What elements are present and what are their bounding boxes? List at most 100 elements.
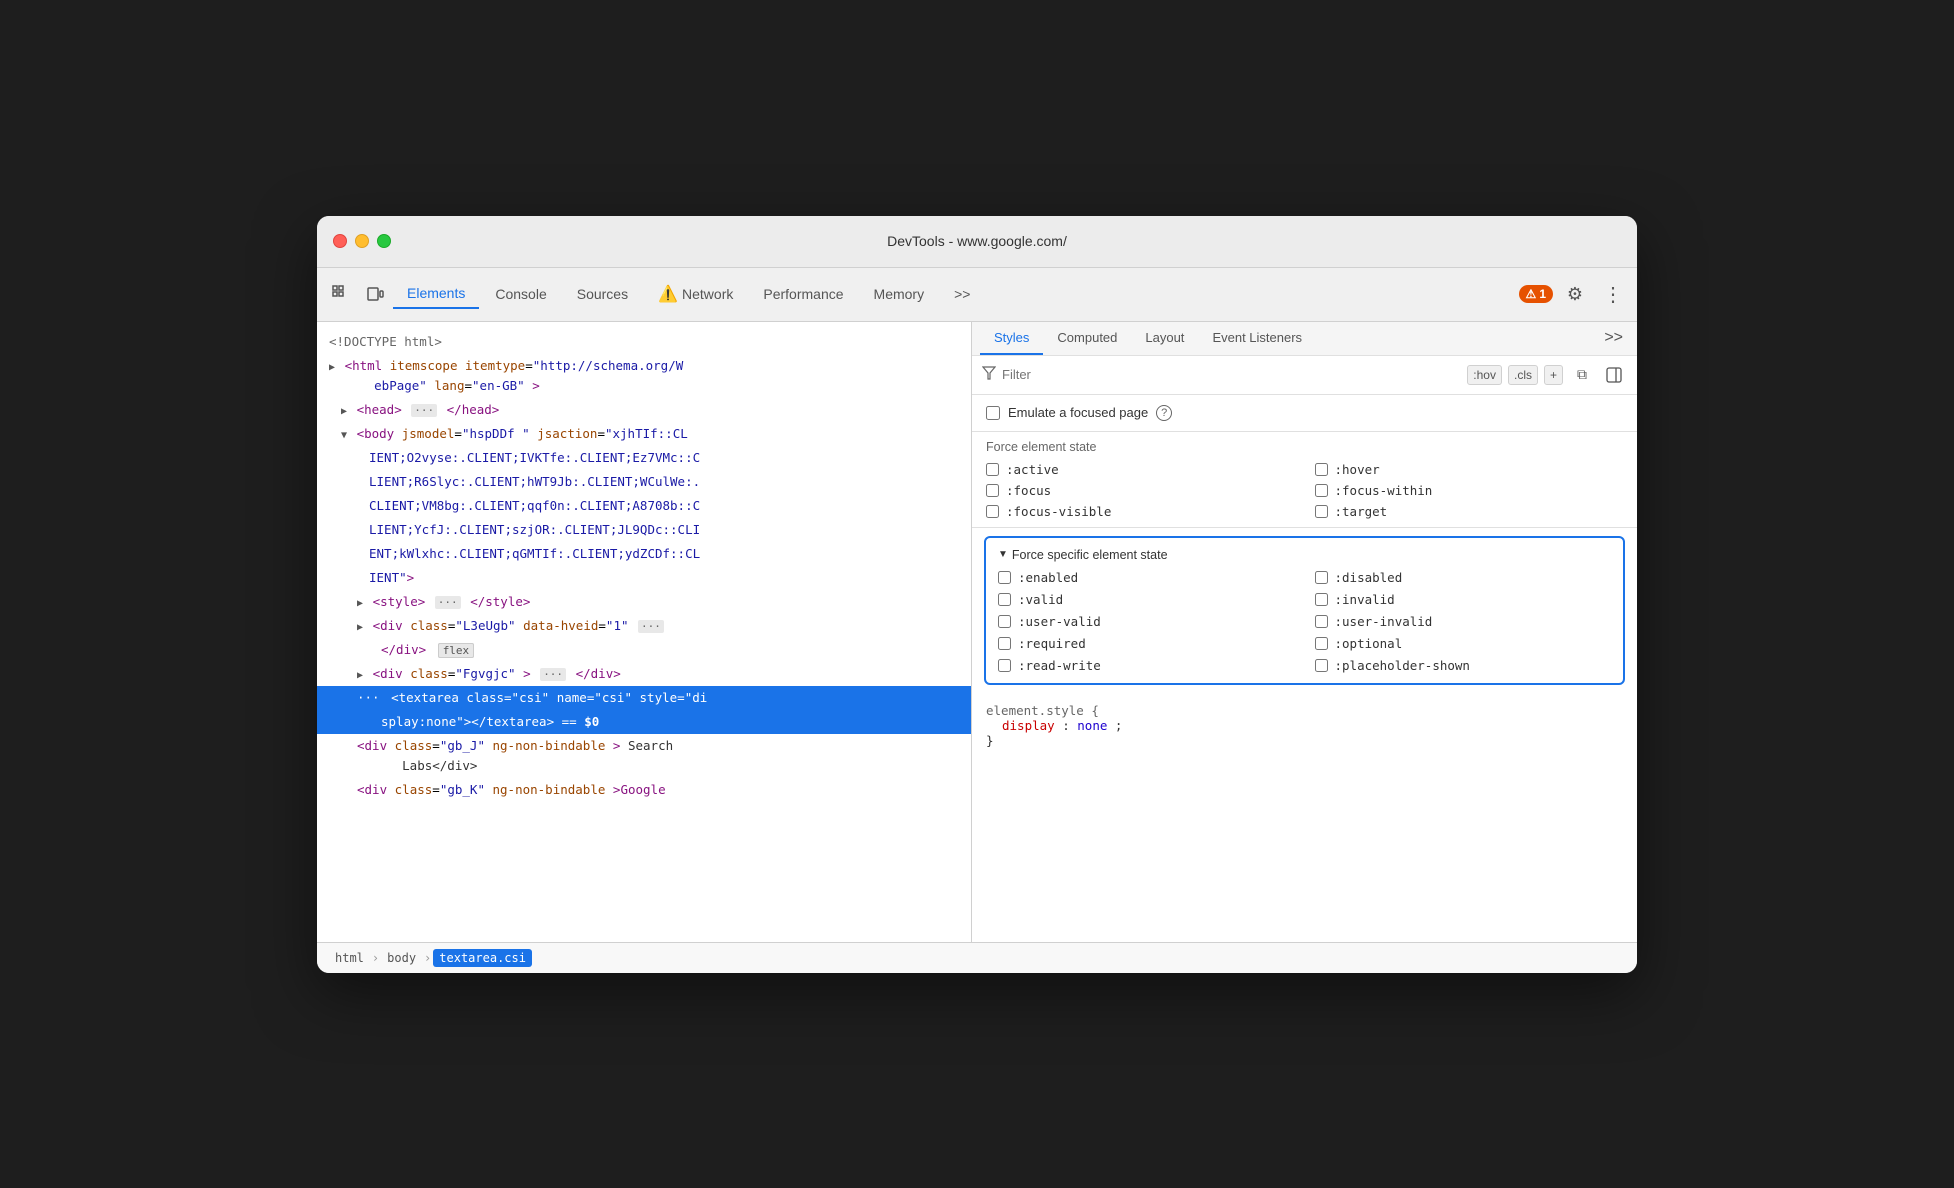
tab-computed[interactable]: Computed [1043, 322, 1131, 355]
dom-line-head[interactable]: <head> ··· </head> [317, 398, 971, 422]
force-specific-title-text: Force specific element state [1012, 548, 1168, 562]
triangle-icon[interactable] [341, 430, 347, 441]
emulate-focused-page-checkbox[interactable] [986, 406, 1000, 420]
state-invalid-checkbox[interactable] [1315, 593, 1328, 606]
tab-memory[interactable]: Memory [860, 280, 939, 308]
state-user-valid-checkbox[interactable] [998, 615, 1011, 628]
style-rule-selector: element.style { [986, 703, 1623, 718]
dom-line-body-cont6: IENT"> [317, 566, 971, 590]
state-read-write: :read-write [998, 658, 1295, 673]
style-property-display[interactable]: display : none ; [986, 718, 1623, 733]
dom-line-body[interactable]: <body jsmodel="hspDDf " jsaction="xjhTIf… [317, 422, 971, 446]
devtools-window: DevTools - www.google.com/ Elements Cons… [317, 216, 1637, 973]
triangle-icon[interactable] [357, 622, 363, 633]
hov-button[interactable]: :hov [1467, 365, 1502, 385]
state-valid-checkbox[interactable] [998, 593, 1011, 606]
tab-layout[interactable]: Layout [1131, 322, 1198, 355]
state-optional-label: :optional [1335, 636, 1403, 651]
cls-button[interactable]: .cls [1508, 365, 1538, 385]
state-focus-visible: :focus-visible [986, 504, 1295, 519]
notification-badge[interactable]: ⚠ 1 [1519, 285, 1553, 303]
state-active-checkbox[interactable] [986, 463, 999, 476]
ellipsis-badge[interactable]: ··· [411, 404, 437, 417]
state-hover-label: :hover [1335, 462, 1380, 477]
state-hover: :hover [1315, 462, 1624, 477]
emulate-focused-page-label[interactable]: Emulate a focused page [986, 405, 1148, 420]
dom-line-style[interactable]: <style> ··· </style> [317, 590, 971, 614]
tab-performance[interactable]: Performance [749, 280, 857, 308]
triangle-icon[interactable] [341, 406, 347, 417]
close-button[interactable] [333, 234, 347, 248]
state-focus-checkbox[interactable] [986, 484, 999, 497]
state-optional: :optional [1315, 636, 1612, 651]
state-required-checkbox[interactable] [998, 637, 1011, 650]
tab-elements[interactable]: Elements [393, 279, 479, 309]
warning-badge-icon: ⚠ [1526, 287, 1537, 301]
state-user-invalid-checkbox[interactable] [1315, 615, 1328, 628]
inspect-icon[interactable] [325, 278, 357, 310]
dom-line-body-cont1: IENT;O2vyse:.CLIENT;IVKTfe:.CLIENT;Ez7VM… [317, 446, 971, 470]
dom-line-textarea-selected[interactable]: ··· <textarea class="csi" name="csi" sty… [317, 686, 971, 710]
filter-input-container [982, 366, 1459, 383]
state-enabled-checkbox[interactable] [998, 571, 1011, 584]
state-placeholder-shown-checkbox[interactable] [1315, 659, 1328, 672]
tab-network[interactable]: ⚠️ Network [644, 278, 747, 310]
flex-badge[interactable]: flex [438, 643, 475, 658]
traffic-lights [333, 234, 391, 248]
state-disabled-checkbox[interactable] [1315, 571, 1328, 584]
triangle-icon[interactable] [329, 362, 335, 373]
state-placeholder-shown-label: :placeholder-shown [1335, 658, 1470, 673]
state-required-label: :required [1018, 636, 1086, 651]
ellipsis-badge[interactable]: ··· [435, 596, 461, 609]
state-enabled: :enabled [998, 570, 1295, 585]
dom-line-div-fgvgjc[interactable]: <div class="Fgvgjc" > ··· </div> [317, 662, 971, 686]
state-hover-checkbox[interactable] [1315, 463, 1328, 476]
state-invalid-label: :invalid [1335, 592, 1395, 607]
toolbar-right: ⚠ 1 ⚙ ⋮ [1519, 278, 1629, 310]
settings-button[interactable]: ⚙ [1559, 278, 1591, 310]
minimize-button[interactable] [355, 234, 369, 248]
device-icon[interactable] [359, 278, 391, 310]
tab-styles[interactable]: Styles [980, 322, 1043, 355]
state-read-write-checkbox[interactable] [998, 659, 1011, 672]
tab-sources[interactable]: Sources [563, 280, 642, 308]
maximize-button[interactable] [377, 234, 391, 248]
ellipsis-badge[interactable]: ··· [540, 668, 566, 681]
state-optional-checkbox[interactable] [1315, 637, 1328, 650]
state-target: :target [1315, 504, 1624, 519]
state-invalid: :invalid [1315, 592, 1612, 607]
force-element-state-grid: :active :hover :focus :focus-within [986, 462, 1623, 519]
state-focus-label: :focus [1006, 483, 1051, 498]
tab-console[interactable]: Console [481, 280, 560, 308]
breadcrumb-html[interactable]: html [329, 949, 370, 967]
dom-line-body-cont5: ENT;kWlxhc:.CLIENT;qGMTIf:.CLIENT;ydZCDf… [317, 542, 971, 566]
add-style-button[interactable]: + [1544, 365, 1563, 385]
tab-event-listeners[interactable]: Event Listeners [1198, 322, 1316, 355]
toggle-sidebar-button[interactable] [1601, 362, 1627, 388]
state-target-checkbox[interactable] [1315, 505, 1328, 518]
style-rule-close: } [986, 733, 1623, 748]
copy-styles-button[interactable]: ⧉ [1569, 362, 1595, 388]
dom-line-div-gbK[interactable]: <div class="gb_K" ng-non-bindable >Googl… [317, 778, 971, 802]
dom-line-div-l3eUgb[interactable]: <div class="L3eUgb" data-hveid="1" ··· [317, 614, 971, 638]
dom-line-doctype: <!DOCTYPE html> [317, 330, 971, 354]
state-focus-within-checkbox[interactable] [1315, 484, 1328, 497]
filter-input[interactable] [1002, 367, 1459, 382]
triangle-icon[interactable] [357, 598, 363, 609]
force-specific-title: ▼ Force specific element state [998, 548, 1611, 562]
triangle-icon[interactable] [357, 670, 363, 681]
dom-line-html[interactable]: <html itemscope itemtype="http://schema.… [317, 354, 971, 398]
more-options-button[interactable]: ⋮ [1597, 278, 1629, 310]
styles-more-tabs[interactable]: >> [1598, 323, 1629, 353]
more-tabs-button[interactable]: >> [940, 280, 984, 308]
state-focus-visible-checkbox[interactable] [986, 505, 999, 518]
state-user-invalid-label: :user-invalid [1335, 614, 1433, 629]
breadcrumb-textarea[interactable]: textarea.csi [433, 949, 532, 967]
ellipsis-badge[interactable]: ··· [638, 620, 664, 633]
emulate-help-icon[interactable]: ? [1156, 405, 1172, 421]
state-target-label: :target [1335, 504, 1388, 519]
dom-line-div-gbJ[interactable]: <div class="gb_J" ng-non-bindable > Sear… [317, 734, 971, 778]
state-read-write-label: :read-write [1018, 658, 1101, 673]
force-specific-element-state-section: ▼ Force specific element state :enabled … [984, 536, 1625, 685]
breadcrumb-body[interactable]: body [381, 949, 422, 967]
